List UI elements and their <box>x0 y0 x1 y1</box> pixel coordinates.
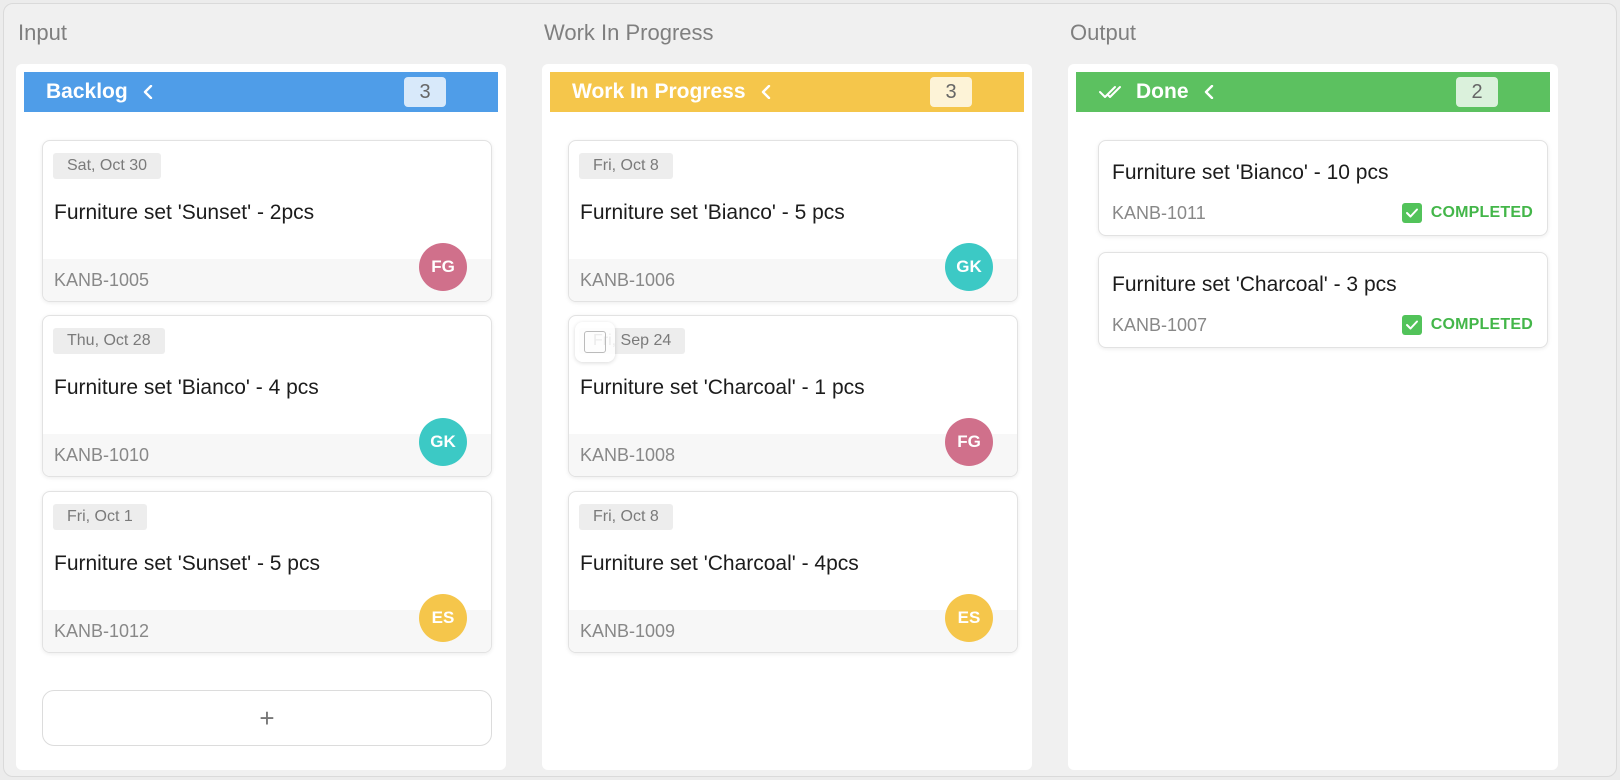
card-code: KANB-1009 <box>580 621 676 641</box>
status-badge: COMPLETED <box>1401 203 1533 223</box>
card-title: Furniture set 'Charcoal' - 4pcs <box>580 552 859 575</box>
column-done: Done 2 Furniture set 'Bianco' - 10 pcs K… <box>1068 64 1558 770</box>
checkbox-icon <box>584 331 606 353</box>
card-title: Furniture set 'Charcoal' - 3 pcs <box>1112 273 1397 296</box>
task-card-completed[interactable]: Furniture set 'Charcoal' - 3 pcs KANB-10… <box>1098 252 1548 348</box>
due-date-badge: Fri, Oct 1 <box>53 504 147 530</box>
card-code: KANB-1005 <box>54 270 150 290</box>
check-icon <box>1401 315 1422 335</box>
card-select-checkbox[interactable] <box>575 322 615 362</box>
card-title: Furniture set 'Bianco' - 4 pcs <box>54 376 319 399</box>
assignee-avatar[interactable]: ES <box>419 594 467 642</box>
chevron-left-icon[interactable] <box>142 85 156 99</box>
card-title: Furniture set 'Sunset' - 2pcs <box>54 201 315 224</box>
assignee-avatar[interactable]: FG <box>945 418 993 466</box>
task-card[interactable]: Fri, Oct 1 Furniture set 'Sunset' - 5 pc… <box>42 491 492 653</box>
column-title: Work In Progress <box>572 80 746 103</box>
task-card[interactable]: Thu, Oct 28 Furniture set 'Bianco' - 4 p… <box>42 315 492 477</box>
assignee-avatar[interactable]: ES <box>945 594 993 642</box>
assignee-avatar[interactable]: FG <box>419 243 467 291</box>
due-date-badge: Fri, Oct 8 <box>579 153 673 179</box>
task-card[interactable]: Fri, Oct 8 Furniture set 'Bianco' - 5 pc… <box>568 140 1018 302</box>
card-code: KANB-1007 <box>1112 315 1208 335</box>
status-text: COMPLETED <box>1430 204 1533 221</box>
card-title: Furniture set 'Bianco' - 10 pcs <box>1112 161 1389 184</box>
chevron-left-icon[interactable] <box>1203 85 1217 99</box>
card-title: Furniture set 'Bianco' - 5 pcs <box>580 201 845 224</box>
column-title: Backlog <box>46 80 128 103</box>
assignee-avatar[interactable]: GK <box>945 243 993 291</box>
task-card[interactable]: Fri, Oct 8 Furniture set 'Charcoal' - 4p… <box>568 491 1018 653</box>
column-backlog: Backlog 3 Sat, Oct 30 Furniture set 'Sun… <box>16 64 506 770</box>
card-title: Furniture set 'Charcoal' - 1 pcs <box>580 376 865 399</box>
section-title-wip: Work In Progress <box>544 20 714 45</box>
due-date-badge: Fri, Oct 8 <box>579 504 673 530</box>
card-count-badge: 2 <box>1456 77 1498 107</box>
kanban-board: Input Work In Progress Output Backlog 3 … <box>3 3 1617 777</box>
due-date-badge: Sat, Oct 30 <box>53 153 162 179</box>
card-code: KANB-1006 <box>580 270 676 290</box>
card-count-badge: 3 <box>404 77 446 107</box>
add-card-button[interactable]: + <box>42 690 492 746</box>
card-code: KANB-1011 <box>1112 203 1206 223</box>
status-badge: COMPLETED <box>1401 315 1533 335</box>
task-card[interactable]: Sat, Oct 30 Furniture set 'Sunset' - 2pc… <box>42 140 492 302</box>
column-header-done[interactable]: Done 2 <box>1076 72 1550 112</box>
assignee-avatar[interactable]: GK <box>419 418 467 466</box>
card-count-badge: 3 <box>930 77 972 107</box>
due-date-badge: Thu, Oct 28 <box>53 328 165 354</box>
column-wip: Work In Progress 3 Fri, Oct 8 Furniture … <box>542 64 1032 770</box>
column-header-backlog[interactable]: Backlog 3 <box>24 72 498 112</box>
task-card[interactable]: Fri, Sep 24 Furniture set 'Charcoal' - 1… <box>568 315 1018 477</box>
card-code: KANB-1008 <box>580 445 676 465</box>
card-title: Furniture set 'Sunset' - 5 pcs <box>54 552 320 575</box>
column-title: Done <box>1136 80 1189 103</box>
section-title-input: Input <box>18 20 67 45</box>
section-title-output: Output <box>1070 20 1137 45</box>
check-icon <box>1401 203 1422 223</box>
status-text: COMPLETED <box>1430 316 1533 333</box>
chevron-left-icon[interactable] <box>760 85 774 99</box>
column-header-wip[interactable]: Work In Progress 3 <box>550 72 1024 112</box>
card-code: KANB-1010 <box>54 445 150 465</box>
double-check-icon <box>1098 84 1126 100</box>
card-code: KANB-1012 <box>54 621 150 641</box>
task-card-completed[interactable]: Furniture set 'Bianco' - 10 pcs KANB-101… <box>1098 140 1548 236</box>
